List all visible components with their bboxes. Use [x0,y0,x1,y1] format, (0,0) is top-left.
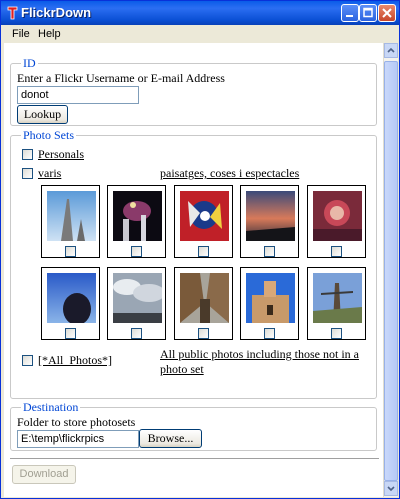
photo-thumbnail[interactable] [41,267,100,340]
photo-image [180,191,229,241]
title-bar: FlickrDown [1,1,399,25]
photo-checkbox[interactable] [65,246,76,257]
scroll-up-button[interactable] [384,43,398,58]
photo-sets-legend: Photo Sets [21,128,77,143]
menu-file[interactable]: File [12,28,30,40]
photo-image [180,273,229,323]
app-window: FlickrDown File Help ID Enter a Flickr U… [0,0,400,499]
photo-checkbox[interactable] [131,246,142,257]
photo-checkbox[interactable] [264,246,275,257]
download-button[interactable]: Download [12,465,76,484]
close-button[interactable] [378,4,396,22]
minimize-button[interactable] [341,4,359,22]
photo-image [246,273,295,323]
set-checkbox-all-photos[interactable] [22,355,33,366]
set-name-all-photos[interactable]: [*All_Photos*] [38,353,112,368]
folder-input[interactable]: E:\temp\flickrpics [17,430,139,448]
set-description-varis[interactable]: paisatges, coses i espectacles [160,166,299,181]
photo-thumbnail[interactable] [307,267,366,340]
chevron-up-icon [387,47,395,53]
flickrdown-app-icon [7,6,18,20]
chevron-down-icon [387,486,395,492]
menu-bar: File Help [1,25,399,43]
separator [10,458,379,459]
maximize-icon [363,7,373,18]
main-panel: ID Enter a Flickr Username or E-mail Add… [4,43,383,497]
photo-image [113,273,162,323]
photo-checkbox[interactable] [264,328,275,339]
folder-prompt: Folder to store photosets [17,415,136,429]
set-checkbox-personals[interactable] [22,149,33,160]
photo-checkbox[interactable] [331,328,342,339]
photo-thumbnail[interactable] [240,267,299,340]
photo-checkbox[interactable] [331,246,342,257]
photo-thumbnail[interactable] [240,185,299,258]
scrollbar-thumb[interactable] [384,61,398,481]
minimize-icon [346,15,353,17]
set-name-varis[interactable]: varis [38,166,61,181]
lookup-button[interactable]: Lookup [17,105,68,124]
set-checkbox-varis[interactable] [22,168,33,179]
photo-checkbox[interactable] [198,328,209,339]
username-prompt: Enter a Flickr Username or E-mail Addres… [17,71,225,85]
username-input[interactable]: donot [17,86,139,104]
photo-image [313,273,362,323]
photo-image [313,191,362,241]
photo-thumbnail[interactable] [107,267,166,340]
vertical-scrollbar[interactable] [383,43,398,497]
photo-checkbox[interactable] [198,246,209,257]
photo-thumbnail[interactable] [174,185,233,258]
photo-checkbox[interactable] [65,328,76,339]
menu-help[interactable]: Help [38,28,61,40]
close-icon [382,8,392,18]
id-group-legend: ID [21,56,38,71]
photo-thumbnail[interactable] [307,185,366,258]
set-description-all-photos-line2[interactable]: photo set [160,362,204,377]
photo-thumbnail[interactable] [107,185,166,258]
photo-image [47,273,96,323]
scroll-down-button[interactable] [384,481,398,496]
photo-image [47,191,96,241]
browse-button[interactable]: Browse... [139,429,202,448]
photo-thumbnail[interactable] [174,267,233,340]
photo-image [246,191,295,241]
window-title: FlickrDown [21,5,92,20]
photo-thumbnail[interactable] [41,185,100,258]
photo-checkbox[interactable] [131,328,142,339]
destination-legend: Destination [21,400,81,415]
photo-image [113,191,162,241]
maximize-button[interactable] [359,4,377,22]
set-description-all-photos-line1[interactable]: All public photos including those not in… [160,347,359,362]
set-name-personals[interactable]: Personals [38,147,84,162]
